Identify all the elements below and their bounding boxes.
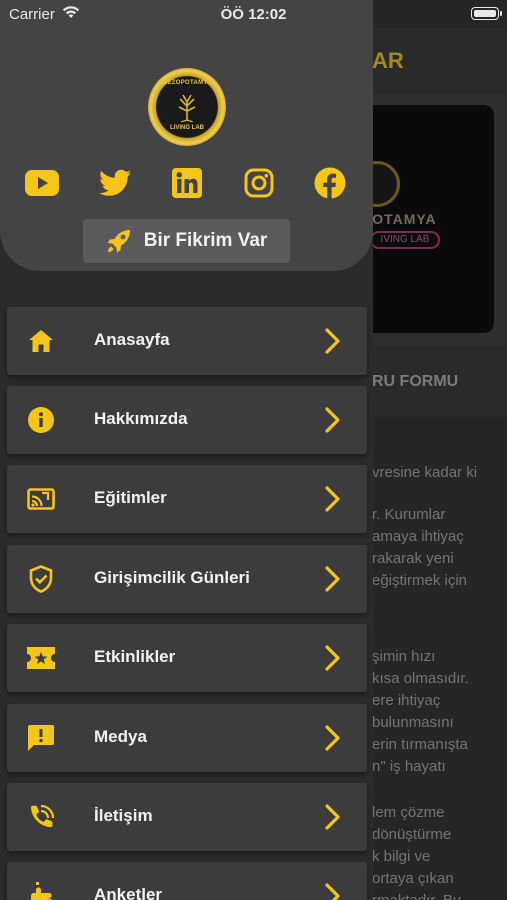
chevron-right-icon [325, 883, 340, 900]
cast-education-icon [27, 485, 55, 513]
background-paragraph: r. Kurumlar amaya ihtiyaç rakarak yeni e… [372, 504, 507, 592]
battery-icon [471, 7, 502, 20]
idea-button[interactable]: Bir Fikrim Var [83, 219, 290, 263]
drawer-header: MEZOPOTAMYA LIVING LAB Bir Fikrim Var [0, 0, 373, 271]
menu-item-hakkimizda[interactable]: Hakkımızda [7, 386, 367, 454]
paragraph-line: k bilgi ve [372, 848, 431, 865]
background-section-title: RU FORMU [372, 373, 459, 390]
home-icon [27, 327, 55, 355]
navigation-drawer: MEZOPOTAMYA LIVING LAB Bir Fikrim Var An… [0, 0, 373, 900]
paragraph-line: kısa olmasıdır. [372, 670, 469, 687]
paragraph-line: rakarak yeni [372, 550, 454, 567]
idea-button-label: Bir Fikrim Var [143, 230, 268, 251]
paragraph-line: ortaya çıkan [372, 870, 454, 887]
paragraph-line: amaya ihtiyaç [372, 528, 464, 545]
background-paragraph: vresine kadar ki [372, 462, 507, 484]
menu-item-label: Medya [94, 727, 147, 746]
twitter-icon[interactable] [98, 166, 132, 200]
paragraph-line: bulunmasını [372, 714, 454, 731]
menu-item-iletisim[interactable]: İletişim [7, 783, 367, 851]
chevron-right-icon [325, 486, 340, 512]
menu-item-anketler[interactable]: Anketler [7, 862, 367, 900]
paragraph-line: eğiştirmek için [372, 572, 468, 589]
chevron-right-icon [325, 645, 340, 671]
background-paragraph: şimin hızı kısa olmasıdır. ere ihtiyaç b… [372, 646, 507, 778]
paragraph-line: erin tırmanışta [372, 736, 468, 753]
linkedin-icon[interactable] [170, 166, 204, 200]
menu-item-label: Anasayfa [94, 330, 170, 349]
menu-item-label: Hakkımızda [94, 409, 188, 428]
rocket-icon [107, 230, 130, 253]
youtube-icon[interactable] [25, 166, 59, 200]
ticket-star-icon [27, 644, 55, 672]
chevron-right-icon [325, 566, 340, 592]
shield-check-icon [27, 565, 55, 593]
paragraph-line: n" iş hayatı [372, 758, 446, 775]
menu-item-label: Etkinlikler [94, 647, 176, 666]
logo-bottom-text: LIVING LAB [170, 125, 204, 131]
chevron-right-icon [325, 725, 340, 751]
chevron-right-icon [325, 407, 340, 433]
banner-subtext: IVING LAB [370, 231, 440, 249]
status-bar: Carrier ÖÖ 12:02 [0, 0, 507, 28]
clock: ÖÖ 12:02 [220, 6, 287, 23]
paragraph-line: lem çözme [372, 804, 445, 821]
social-links [0, 166, 373, 200]
logo-top-text: MEZOPOTAMYA [162, 80, 212, 86]
info-icon [27, 406, 55, 434]
paragraph-line: r. Kurumlar [372, 506, 446, 523]
menu-item-girisimcilik-gunleri[interactable]: Girişimcilik Günleri [7, 545, 367, 613]
instagram-icon[interactable] [242, 166, 276, 200]
background-title: AR [372, 48, 404, 73]
menu-item-label: Girişimcilik Günleri [94, 568, 250, 587]
menu-item-label: Eğitimler [94, 488, 167, 507]
menu-item-label: Anketler [94, 885, 163, 900]
menu-item-medya[interactable]: Medya [7, 704, 367, 772]
paragraph-line: ere ihtiyaç [372, 692, 441, 709]
paragraph-line: vresine kadar ki [372, 464, 478, 481]
paragraph-line: dönüştürme [372, 826, 452, 843]
menu-item-label: İletişim [94, 806, 153, 825]
menu-item-anasayfa[interactable]: Anasayfa [7, 307, 367, 375]
menu-item-egitimler[interactable]: Eğitimler [7, 465, 367, 533]
menu-item-etkinlikler[interactable]: Etkinlikler [7, 624, 367, 692]
chevron-right-icon [325, 328, 340, 354]
logo-tree-icon [178, 94, 196, 122]
app-screen: AR OPOTAMYA IVING LAB RU FORMU vresine k… [0, 0, 507, 900]
paragraph-line: rmaktadır. Bu [372, 890, 507, 900]
chevron-right-icon [325, 804, 340, 830]
app-logo: MEZOPOTAMYA LIVING LAB [148, 68, 226, 146]
hand-icon [27, 882, 55, 900]
feedback-icon [27, 724, 55, 752]
paragraph-line: şimin hızı [372, 648, 436, 665]
contact-icon [27, 803, 55, 831]
facebook-icon[interactable] [313, 166, 347, 200]
background-paragraph: lem çözme dönüştürme k bilgi ve ortaya ç… [372, 802, 507, 900]
